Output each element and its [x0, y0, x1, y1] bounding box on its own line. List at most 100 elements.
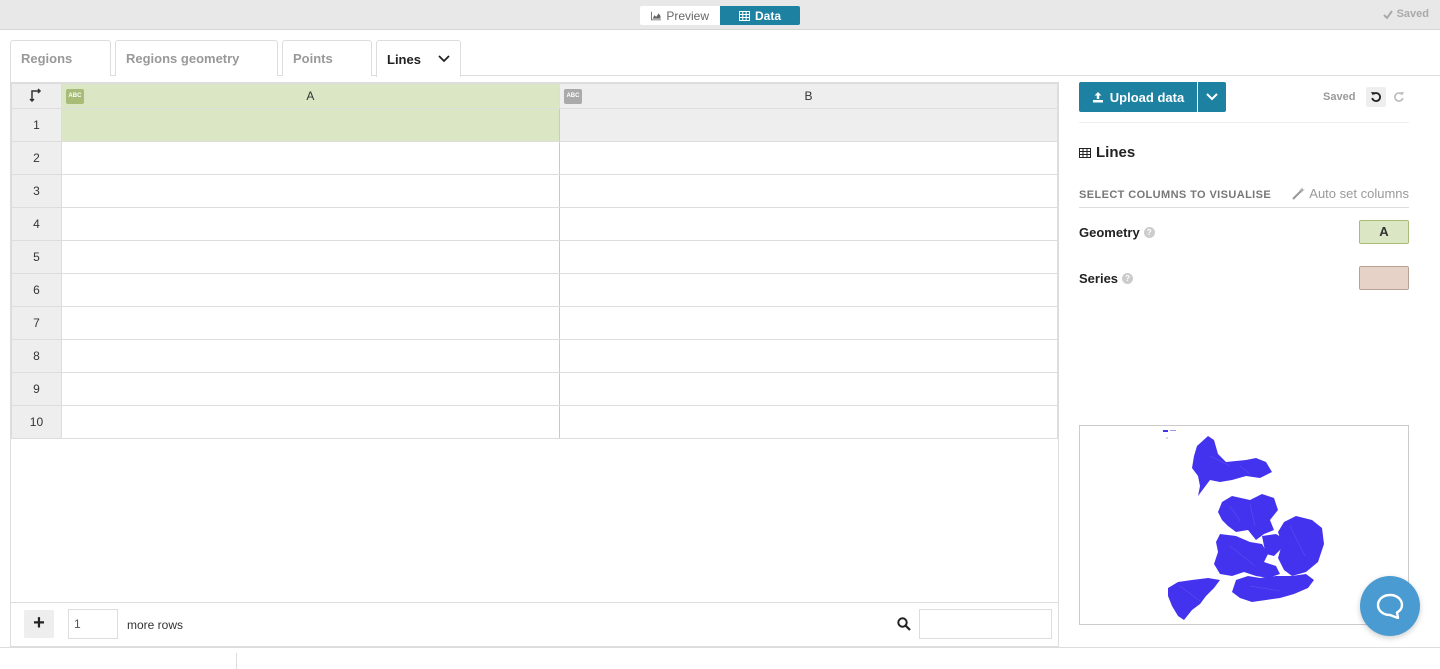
table-cell[interactable]	[60, 405, 560, 439]
map-region	[1192, 436, 1272, 496]
geometry-column-slot[interactable]: A	[1359, 220, 1409, 244]
map-dot	[1166, 437, 1168, 439]
table-cell[interactable]	[558, 108, 1059, 142]
help-icon[interactable]: ?	[1143, 227, 1155, 238]
table-cell[interactable]	[60, 306, 560, 340]
view-toggle: Preview Data	[640, 6, 800, 25]
grid-footer: + more rows	[11, 602, 1058, 646]
help-icon[interactable]: ?	[1122, 273, 1134, 284]
table-cell[interactable]	[558, 273, 1059, 307]
redo-button[interactable]	[1390, 87, 1408, 107]
auto-set-label: Auto set columns	[1309, 186, 1409, 201]
table-cell[interactable]	[558, 141, 1059, 175]
text-type-badge: ABC	[65, 89, 84, 104]
table-cell[interactable]	[60, 108, 560, 142]
row-header[interactable]: 10	[11, 405, 62, 439]
table-icon	[738, 10, 750, 21]
map-preview-image	[1163, 430, 1324, 620]
top-saved-label: Saved	[1396, 8, 1429, 20]
sheet-tabs: Regions Regions geometry Points Lines	[10, 40, 461, 77]
series-binding-label: Series ?	[1079, 271, 1134, 286]
table-cell[interactable]	[558, 339, 1059, 373]
map-region	[1278, 516, 1324, 576]
column-label: B	[804, 89, 813, 103]
tab-label: Regions	[21, 51, 73, 66]
row-header[interactable]: 7	[11, 306, 62, 340]
tab-lines[interactable]: Lines	[376, 40, 461, 77]
map-region	[1218, 494, 1278, 540]
table-cell[interactable]	[60, 174, 560, 208]
binding-label: Geometry	[1079, 225, 1140, 240]
table-cell[interactable]	[558, 240, 1059, 274]
redo-icon	[1394, 92, 1404, 102]
row-header[interactable]: 2	[11, 141, 62, 175]
column-header-a[interactable]: ABC A	[60, 83, 560, 109]
preview-label: Preview	[666, 8, 709, 23]
data-label: Data	[754, 8, 781, 23]
upload-options-button[interactable]	[1198, 82, 1226, 112]
data-grid: ABC A ABC B 1 2 3 4 5 6 7 8 9 10 + more …	[10, 82, 1059, 647]
preview-button[interactable]: Preview	[640, 6, 720, 25]
tab-regions[interactable]: Regions	[10, 40, 111, 76]
tab-points[interactable]: Points	[282, 40, 372, 76]
search-input[interactable]	[919, 609, 1052, 639]
table-cell[interactable]	[558, 372, 1059, 406]
magic-wand-icon	[1292, 187, 1306, 200]
saved-status: Saved	[1323, 91, 1356, 103]
divider	[1079, 207, 1409, 208]
table-cell[interactable]	[60, 207, 560, 241]
tab-label: Regions geometry	[126, 51, 240, 66]
row-header[interactable]: 8	[11, 339, 62, 373]
row-header[interactable]: 5	[11, 240, 62, 274]
table-cell[interactable]	[558, 207, 1059, 241]
row-header[interactable]: 6	[11, 273, 62, 307]
table-cell[interactable]	[60, 372, 560, 406]
row-header[interactable]: 9	[11, 372, 62, 406]
bottom-bar	[0, 647, 1440, 669]
table-icon	[1079, 147, 1091, 158]
sheet-title-label: Lines	[1096, 144, 1136, 161]
check-icon	[1382, 9, 1393, 19]
map-region	[1232, 574, 1314, 602]
tab-regions-geometry[interactable]: Regions geometry	[115, 40, 278, 76]
rows-count-input[interactable]	[68, 609, 118, 639]
top-bar: Preview Data Saved	[0, 0, 1440, 30]
map-preview	[1079, 425, 1409, 625]
row-header[interactable]: 3	[11, 174, 62, 208]
table-cell[interactable]	[558, 306, 1059, 340]
row-header[interactable]: 1	[11, 108, 62, 142]
column-label: A	[306, 89, 315, 103]
table-cell[interactable]	[60, 273, 560, 307]
upload-label: Upload data	[1109, 89, 1185, 105]
transpose-icon	[29, 87, 42, 102]
chevron-down-icon[interactable]	[438, 55, 450, 63]
legend-swatch	[1163, 430, 1168, 432]
table-cell[interactable]	[558, 174, 1059, 208]
undo-icon	[1371, 92, 1381, 102]
binding-label: Series	[1079, 271, 1119, 286]
search-icon	[897, 617, 911, 631]
add-rows-button[interactable]: +	[24, 610, 54, 638]
chat-icon	[1376, 593, 1404, 619]
table-cell[interactable]	[60, 141, 560, 175]
tab-label: Points	[293, 51, 333, 66]
auto-set-columns-button[interactable]: Auto set columns	[1292, 186, 1409, 201]
upload-icon	[1092, 92, 1103, 103]
upload-data-button[interactable]: Upload data	[1079, 82, 1197, 112]
series-column-slot[interactable]	[1359, 266, 1409, 290]
table-cell[interactable]	[558, 405, 1059, 439]
text-type-badge: ABC	[563, 89, 582, 104]
table-cell[interactable]	[60, 240, 560, 274]
row-header[interactable]: 4	[11, 207, 62, 241]
top-saved-status: Saved	[1382, 8, 1429, 20]
undo-button[interactable]	[1366, 87, 1386, 107]
transpose-button[interactable]	[11, 83, 62, 109]
chat-button[interactable]	[1360, 576, 1420, 636]
select-columns-heading: SELECT COLUMNS TO VISUALISE	[1079, 189, 1272, 201]
column-header-b[interactable]: ABC B	[558, 83, 1059, 109]
divider	[236, 653, 237, 669]
table-cell[interactable]	[60, 339, 560, 373]
data-button[interactable]: Data	[720, 6, 800, 25]
legend-line	[1170, 430, 1176, 431]
geometry-binding-label: Geometry ?	[1079, 225, 1155, 240]
